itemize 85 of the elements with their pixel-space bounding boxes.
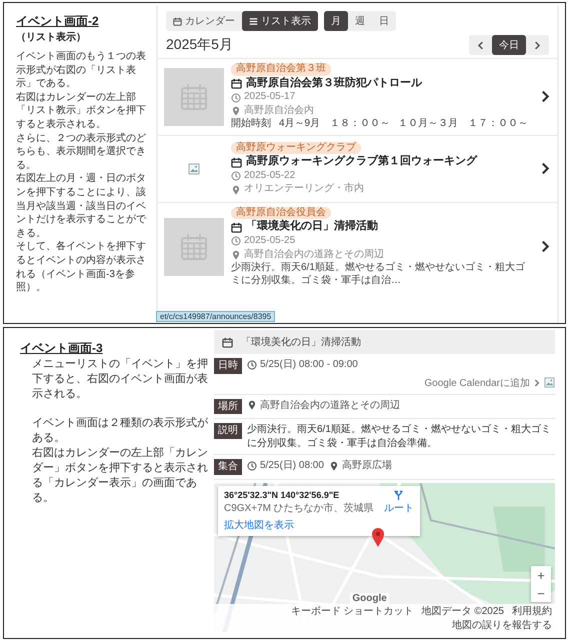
pin-icon <box>231 106 241 116</box>
paragraph: イベント画面のもう１つの表示形式が右図の「リスト表示」である。 <box>16 50 147 91</box>
list-icon <box>249 16 258 26</box>
event-time: 5/25(日) 08:00 - 09:00 <box>260 358 358 372</box>
clock-icon <box>231 236 241 246</box>
event-time: 5/25(日) 08:00 <box>260 459 324 472</box>
zoom-out-button[interactable]: − <box>531 584 551 602</box>
clock-icon <box>247 460 257 471</box>
chevron-left-icon <box>476 40 485 50</box>
event-description: 少雨決行。雨天6/1順延。燃やせるゴミ・燃やせないゴミ・粗大ゴミに分別収集。ゴミ袋・軍手は自治会準備。 <box>247 423 552 450</box>
chevron-right-icon <box>539 90 552 104</box>
section-heading: イベント画面-2 <box>16 13 100 30</box>
event-list-item[interactable]: 高野原自治会役員会 「環境美化の日」清掃活動 2025-05-25 高野自治会内の道路とその周辺 少雨決行。雨天6/1順延。燃やせるゴミ・燃やせないゴミ・粗大ゴミに分別収集。ゴミ袋・軍手は自治… <box>158 202 557 291</box>
section-subheading: （リスト表示） <box>16 30 87 44</box>
map-footer-link[interactable]: 地図の誤りを報告する <box>452 618 552 632</box>
paragraph: そして、各イベントを押下するとイベントの内容が表示される（イベント画面-3を参照）。 <box>16 240 147 295</box>
status-bar-url: et/c/cs149987/announces/8395 <box>156 311 276 322</box>
map-logo: Google <box>350 593 389 604</box>
event-date: 2025-05-22 <box>244 170 296 182</box>
calendar-icon <box>173 16 182 26</box>
event-place: 高野自治会内の道路とその周辺 <box>260 398 400 412</box>
broken-image-icon <box>188 162 200 175</box>
clock-icon <box>231 92 241 102</box>
event-title: 高野原ウォーキングクラブ第１回ウォーキング <box>246 155 477 169</box>
paragraph: イベント画面は２種類の表示形式がある。 <box>31 416 208 446</box>
clock-icon <box>247 360 257 370</box>
range-tab[interactable]: 月 <box>324 11 348 31</box>
event-title: 「環境美化の日」清掃活動 <box>241 336 361 349</box>
field-label: 集合 <box>214 459 242 474</box>
broken-image-icon <box>544 377 555 388</box>
chevron-right-icon <box>533 40 542 50</box>
paragraph: 右図はカレンダーの左上部「リスト教示」ボタンを押下すると表示される。 <box>16 90 147 132</box>
event-place: 高野原広場 <box>342 459 392 472</box>
view-tab[interactable]: リスト表示 <box>242 11 318 31</box>
event-location: オリエンテーリング・市内 <box>244 183 364 196</box>
field-label: 説明 <box>214 423 242 438</box>
event-list-item[interactable]: 高野原ウォーキングクラブ 高野原ウォーキングクラブ第１回ウォーキング 2025-05-22 オリエンテーリング・市内 <box>158 134 557 202</box>
pin-icon <box>247 400 257 410</box>
map-pin-icon <box>370 527 385 548</box>
paragraph: さらに、２つの表示形式のどちらも、表示期間を選択できる。 <box>16 132 147 172</box>
paragraph: 右図左上の月・週・日のボタンを押下することにより、該当月や該当週・該当日のイベントだけを表示することができる。 <box>16 172 147 240</box>
event-title: 高野原自治会第３班防犯パトロール <box>246 76 422 90</box>
chevron-right-icon <box>539 240 552 254</box>
calendar-icon <box>231 156 242 168</box>
larger-map-link[interactable]: 拡大地図を表示 <box>224 518 374 532</box>
calendar-icon <box>179 82 209 112</box>
event-tag: 高野原自治会役員会 <box>231 206 331 220</box>
zoom-in-button[interactable]: + <box>531 566 551 584</box>
event-list-item[interactable]: 高野原自治会第３班 高野原自治会第３班防犯パトロール 2025-05-17 高野原自治会内 開始時刻 4月～9月 １８：００～ １０月～３月 １７：００～ <box>158 58 557 135</box>
start-time-text: 開始時刻 <box>231 118 271 131</box>
map-footer-link[interactable]: 利用規約 <box>512 604 552 618</box>
address-text: C9GX+7M ひたちなか市、茨城県 <box>224 502 374 514</box>
calendar-icon <box>179 232 209 262</box>
field-label: 日時 <box>214 358 242 374</box>
route-icon <box>393 490 404 500</box>
clock-icon <box>231 171 241 182</box>
event-description: 少雨決行。雨天6/1順延。燃やせるゴミ・燃やせないゴミ・粗大ゴミに分別収集。ゴミ袋・軍手は自治… <box>231 262 526 287</box>
start-time-text: 4月～9月 １８：００～ <box>279 118 390 131</box>
paragraph: メニューリストの「イベント」を押下すると、右図のイベント画面が表示される。 <box>31 357 208 402</box>
event-date: 2025-05-17 <box>244 91 296 104</box>
map-footer-link[interactable]: キーボード ショートカット <box>290 604 414 618</box>
chevron-right-icon <box>533 378 541 386</box>
event-date: 2025-05-25 <box>244 235 296 248</box>
today-button[interactable]: 今日 <box>492 35 526 55</box>
chevron-right-icon <box>539 162 552 176</box>
event-tag: 高野原ウォーキングクラブ <box>231 142 361 154</box>
add-to-calendar-link[interactable]: Google Calendarに追加 <box>424 376 530 390</box>
start-time-text: １０月～３月 １７：００～ <box>398 118 528 131</box>
calendar-icon <box>231 222 242 233</box>
coordinates-text: 36°25'32.3"N 140°32'56.9"E <box>224 490 340 500</box>
map-footer-link[interactable]: 地図データ ©2025 <box>422 604 504 618</box>
field-label: 場所 <box>214 398 242 414</box>
month-title: 2025年5月 <box>166 36 233 54</box>
route-button[interactable]: ルート <box>384 490 414 514</box>
section-heading: イベント画面-3 <box>20 340 104 357</box>
event-location: 高野原自治会内 <box>244 104 314 118</box>
event-location: 高野自治会内の道路とその周辺 <box>244 248 384 261</box>
pin-icon <box>231 184 241 195</box>
calendar-icon <box>231 78 242 89</box>
event-title: 「環境美化の日」清掃活動 <box>246 220 378 234</box>
paragraph: 右図はカレンダーの左上部「カレンダー」ボタンを押下すると表示される「カレンダー表示」の画面である。 <box>31 446 208 506</box>
event-tag: 高野原自治会第３班 <box>231 63 331 76</box>
pin-icon <box>231 250 241 260</box>
pin-icon <box>328 460 339 471</box>
calendar-icon <box>222 336 233 348</box>
